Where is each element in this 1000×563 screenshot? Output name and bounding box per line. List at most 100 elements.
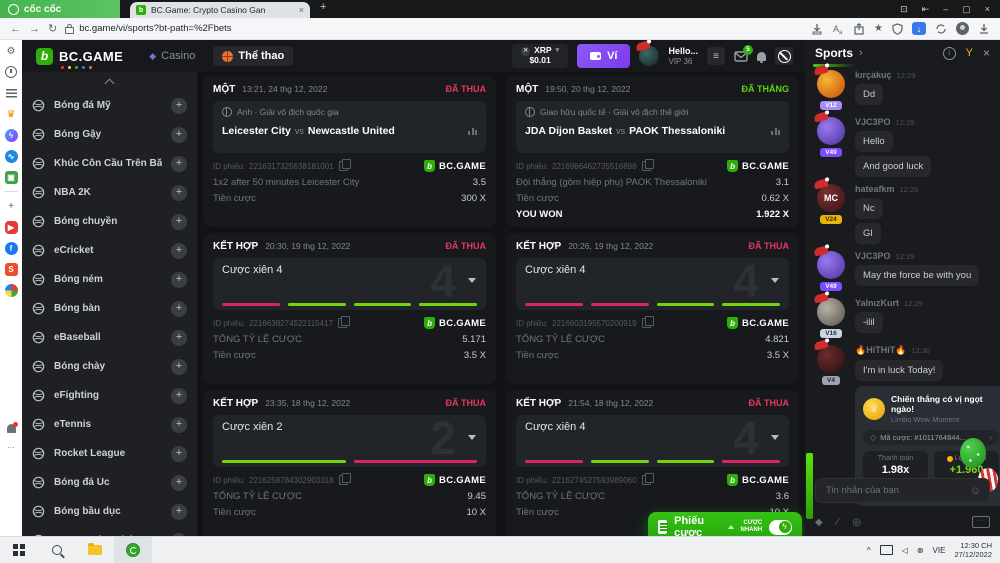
expand-caret-icon[interactable] bbox=[468, 278, 476, 283]
messenger-icon[interactable]: ϟ bbox=[4, 128, 18, 142]
shopee-icon[interactable]: S bbox=[4, 262, 18, 276]
trophy-icon[interactable]: Y bbox=[966, 47, 973, 59]
tab-close-icon[interactable]: × bbox=[299, 5, 304, 15]
sidebar-sport-item[interactable]: Bóng đá Mỹ + bbox=[22, 91, 197, 120]
rain-tip-icon[interactable]: ◆ bbox=[815, 517, 823, 528]
youtube-icon[interactable]: ▶ bbox=[4, 220, 18, 234]
sidebar-scroll-up-button[interactable] bbox=[100, 75, 120, 89]
adblock-shield-icon[interactable] bbox=[892, 23, 903, 35]
bookmark-star-icon[interactable]: ★ bbox=[874, 23, 883, 34]
reload-button[interactable]: ↻ bbox=[48, 22, 57, 35]
expand-plus-button[interactable]: + bbox=[171, 446, 187, 462]
username[interactable]: VJC3PO bbox=[855, 117, 891, 127]
expand-plus-button[interactable]: + bbox=[171, 185, 187, 201]
expand-plus-button[interactable]: + bbox=[171, 272, 187, 288]
address-bar[interactable]: bc.game/vi/sports?bt-path=%2Fbets bbox=[65, 23, 803, 34]
combo-panel[interactable]: Cược xiên 4 4 bbox=[213, 258, 486, 310]
chat-input[interactable]: ☺ bbox=[815, 478, 990, 503]
copy-icon[interactable] bbox=[642, 475, 651, 485]
sync-icon[interactable] bbox=[935, 23, 947, 35]
expand-caret-icon[interactable] bbox=[468, 435, 476, 440]
add-extension-icon[interactable]: + bbox=[4, 199, 18, 213]
new-tab-button[interactable]: + bbox=[310, 0, 336, 18]
download-manager-button[interactable]: ↓ bbox=[912, 22, 926, 35]
bcgame-logo-icon[interactable]: b bbox=[36, 48, 53, 65]
avatar[interactable] bbox=[817, 298, 845, 326]
coccoc-taskbar-button[interactable] bbox=[114, 537, 152, 563]
tray-app-icon[interactable]: ⊗ bbox=[917, 546, 924, 555]
combo-panel[interactable]: Cược xiên 4 4 bbox=[516, 258, 789, 310]
history-clock-icon[interactable] bbox=[4, 65, 18, 79]
expand-caret-icon[interactable] bbox=[771, 278, 779, 283]
volume-icon[interactable]: ◁ bbox=[902, 546, 908, 555]
nav-sports[interactable]: Thể thao bbox=[213, 46, 293, 66]
expand-plus-button[interactable]: + bbox=[171, 504, 187, 520]
chat-message-input[interactable] bbox=[824, 484, 970, 497]
sidebar-sport-item[interactable]: Khúc Côn Cầu Trên Băng + bbox=[22, 149, 197, 178]
sidebar-sport-item[interactable]: eBaseball + bbox=[22, 323, 197, 352]
copy-icon[interactable] bbox=[339, 161, 348, 171]
expand-plus-button[interactable]: + bbox=[171, 98, 187, 114]
vip-crown-icon[interactable]: ♛ bbox=[4, 107, 18, 121]
tray-expand-icon[interactable]: ^ bbox=[867, 546, 871, 555]
language-indicator[interactable]: VIE bbox=[933, 546, 946, 555]
chat-rules-pen-icon[interactable]: ∕ bbox=[837, 517, 839, 528]
avatar[interactable] bbox=[817, 70, 845, 98]
coin-drop-icon[interactable]: ◎ bbox=[852, 517, 861, 528]
translate-icon[interactable]: Aa bbox=[832, 23, 844, 35]
messages-button[interactable]: 5 bbox=[734, 51, 748, 62]
user-avatar[interactable] bbox=[639, 46, 659, 66]
expand-plus-button[interactable]: + bbox=[171, 243, 187, 259]
window-close-button[interactable]: × bbox=[985, 4, 990, 14]
betslip-button[interactable]: Phiếu cược CƯỢCNHANH ϟ bbox=[648, 512, 802, 537]
sidebar-sport-item[interactable]: eCricket + bbox=[22, 236, 197, 265]
username[interactable]: hateafkm bbox=[855, 184, 895, 194]
sidebar-sport-item[interactable]: eFighting + bbox=[22, 381, 197, 410]
window-minimize-button[interactable]: – bbox=[943, 4, 948, 14]
quick-bet-toggle[interactable]: ϟ bbox=[769, 520, 792, 535]
nav-casino[interactable]: ◆Casino bbox=[149, 50, 195, 62]
gif-keyboard-icon[interactable]: ··· bbox=[972, 516, 990, 528]
username[interactable]: YalnızKurt bbox=[855, 298, 899, 308]
expand-plus-button[interactable]: + bbox=[171, 214, 187, 230]
taskbar-search-button[interactable] bbox=[38, 537, 76, 563]
tab-pin-icon[interactable]: ⇤ bbox=[922, 4, 930, 15]
copy-icon[interactable] bbox=[338, 318, 347, 328]
info-icon[interactable]: i bbox=[943, 47, 956, 60]
notification-bell-icon[interactable] bbox=[7, 424, 16, 433]
expand-plus-button[interactable]: + bbox=[171, 388, 187, 404]
expand-plus-button[interactable]: + bbox=[171, 359, 187, 375]
bcgame-logo-text[interactable]: BC.GAME bbox=[59, 49, 123, 64]
sidebar-sport-item[interactable]: Bóng Gậy + bbox=[22, 120, 197, 149]
avatar[interactable] bbox=[817, 117, 845, 145]
bet-list-button[interactable]: ≡ bbox=[707, 47, 725, 65]
share-icon[interactable] bbox=[853, 23, 865, 35]
url-text[interactable]: bc.game/vi/sports?bt-path=%2Fbets bbox=[79, 23, 231, 34]
chat-room-title[interactable]: Sports bbox=[815, 46, 853, 60]
sidebar-sport-item[interactable]: Bóng bầu dục + bbox=[22, 497, 197, 526]
combo-panel[interactable]: Cược xiên 4 4 bbox=[516, 415, 789, 467]
expand-plus-button[interactable]: + bbox=[171, 301, 187, 317]
username[interactable]: 🔥HiTHiT🔥 bbox=[855, 345, 906, 356]
expand-caret-icon[interactable] bbox=[771, 435, 779, 440]
chevron-right-icon[interactable]: › bbox=[859, 47, 863, 59]
taskbar-clock[interactable]: 12:30 CH27/12/2022 bbox=[954, 541, 992, 560]
copy-icon[interactable] bbox=[642, 318, 651, 328]
stats-chart-icon[interactable] bbox=[468, 128, 477, 135]
dart-app-icon[interactable] bbox=[4, 283, 18, 297]
username[interactable]: kırçakuç bbox=[855, 70, 892, 80]
copy-icon[interactable] bbox=[339, 475, 348, 485]
wallet-button[interactable]: Ví bbox=[577, 44, 630, 68]
wave-app-icon[interactable]: ∿ bbox=[4, 149, 18, 163]
sidebar-sport-item[interactable]: Bóng bàn + bbox=[22, 294, 197, 323]
expand-plus-button[interactable]: + bbox=[171, 330, 187, 346]
sidebar-sport-item[interactable]: Bóng đá Úc + bbox=[22, 468, 197, 497]
window-maximize-button[interactable]: ▢ bbox=[962, 4, 971, 15]
sidebar-sport-item[interactable]: Bóng ném + bbox=[22, 265, 197, 294]
expand-plus-button[interactable]: + bbox=[171, 417, 187, 433]
avatar[interactable] bbox=[817, 251, 845, 279]
sidebar-sport-item[interactable]: NBA 2K + bbox=[22, 178, 197, 207]
profile-avatar-icon[interactable] bbox=[956, 22, 969, 35]
avatar[interactable] bbox=[817, 345, 845, 373]
display-icon[interactable] bbox=[880, 545, 893, 555]
